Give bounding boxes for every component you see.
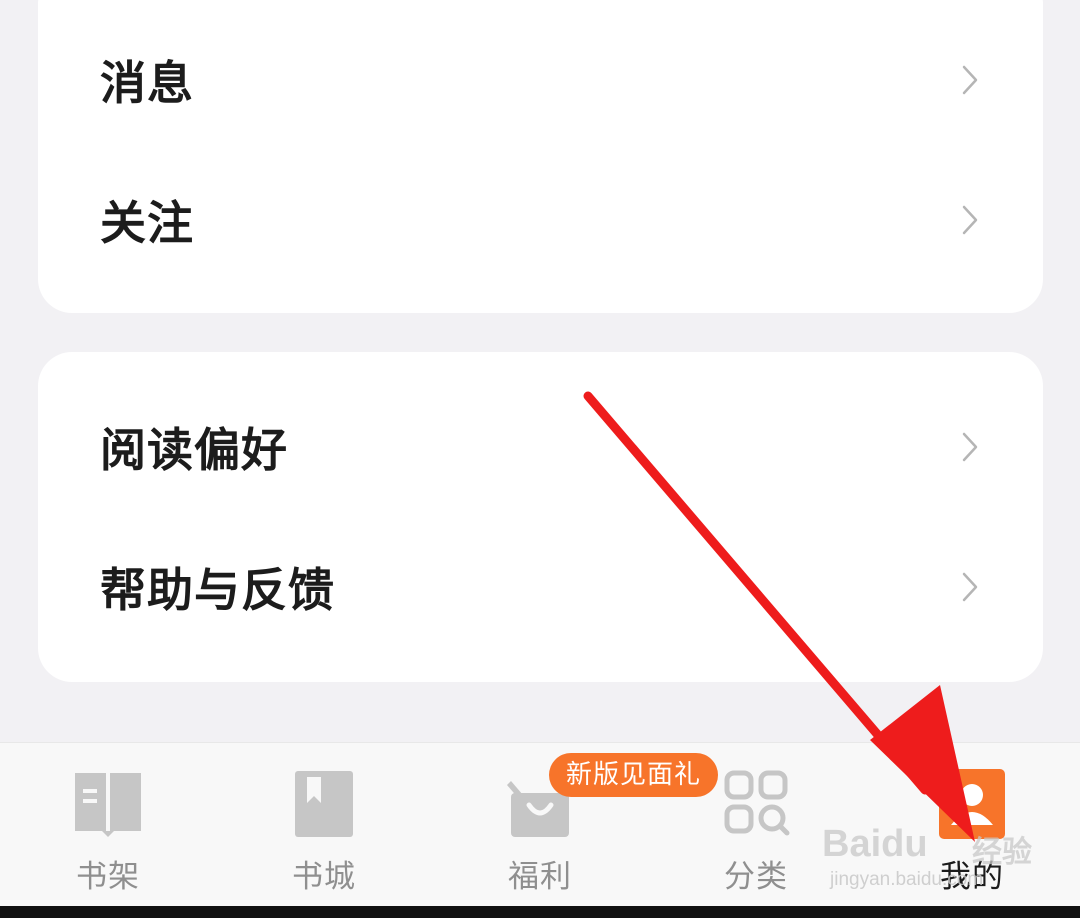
- menu-card-bottom: 阅读偏好 帮助与反馈: [38, 352, 1043, 682]
- chevron-right-icon: [962, 432, 978, 462]
- tab-label: 分类: [724, 859, 788, 895]
- menu-item-label: 消息: [100, 56, 194, 110]
- chevron-right-icon: [962, 572, 978, 602]
- bookshelf-icon: [75, 773, 141, 837]
- tab-label: 书架: [76, 859, 140, 895]
- menu-item-label: 帮助与反馈: [100, 563, 335, 617]
- menu-item-help-feedback[interactable]: 帮助与反馈: [38, 532, 1043, 642]
- menu-item-label: 阅读偏好: [100, 423, 288, 477]
- menu-item-messages[interactable]: 消息: [38, 25, 1043, 135]
- tab-profile[interactable]: 我的: [864, 743, 1080, 907]
- new-version-gift-badge[interactable]: 新版见面礼: [549, 753, 718, 797]
- profile-icon: [939, 769, 1005, 839]
- chevron-right-icon: [962, 205, 978, 235]
- chevron-right-icon: [962, 65, 978, 95]
- bookstore-icon: [295, 771, 353, 837]
- menu-item-reading-preferences[interactable]: 阅读偏好: [38, 392, 1043, 502]
- menu-card-top: 消息 关注: [38, 0, 1043, 313]
- bottom-tab-bar: 书架 书城 福利 分类 我的: [0, 742, 1080, 907]
- tab-bookshelf[interactable]: 书架: [0, 743, 216, 907]
- tab-label: 我的: [940, 859, 1004, 895]
- menu-item-label: 关注: [100, 196, 194, 250]
- menu-item-follow[interactable]: 关注: [38, 165, 1043, 275]
- tab-bookstore[interactable]: 书城: [216, 743, 432, 907]
- tab-label: 书城: [292, 859, 356, 895]
- tab-label: 福利: [508, 859, 572, 895]
- category-icon: [724, 770, 790, 836]
- system-nav-strip: [0, 906, 1080, 918]
